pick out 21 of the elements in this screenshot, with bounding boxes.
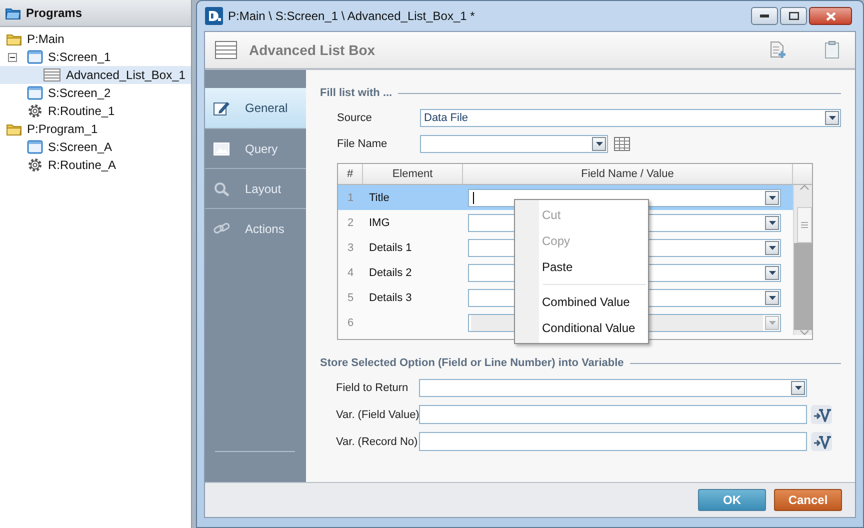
field-label: Source — [337, 112, 373, 124]
row-number: 3 — [346, 240, 355, 256]
table-cell: Details 2 — [369, 266, 412, 278]
field-label: Var. (Field Value) — [336, 408, 419, 420]
section-title: Fill list with ... — [320, 86, 841, 100]
field-label: File Name — [337, 138, 388, 150]
field-label: Field to Return — [336, 382, 410, 394]
row-number: 2 — [346, 216, 355, 230]
field-label: Var. (Record No) — [336, 436, 419, 448]
row-number: 1 — [338, 185, 363, 210]
table-cell: IMG — [369, 216, 390, 228]
table-cell: Details 3 — [369, 292, 412, 304]
window-title: P:Main \ S:Screen_1 \ Advanced_List_Box_1 * — [228, 9, 476, 23]
table-cell: Details 1 — [369, 242, 412, 254]
panel-title: Programs — [26, 6, 82, 20]
table-cell: Title — [369, 192, 390, 204]
row-number: 4 — [346, 266, 355, 280]
editor-title: Advanced List Box — [249, 42, 376, 58]
row-number: 6 — [346, 316, 355, 330]
row-number: 5 — [346, 290, 355, 306]
section-title: Store Selected Option (Field or Line Number) into Variable — [320, 356, 841, 370]
